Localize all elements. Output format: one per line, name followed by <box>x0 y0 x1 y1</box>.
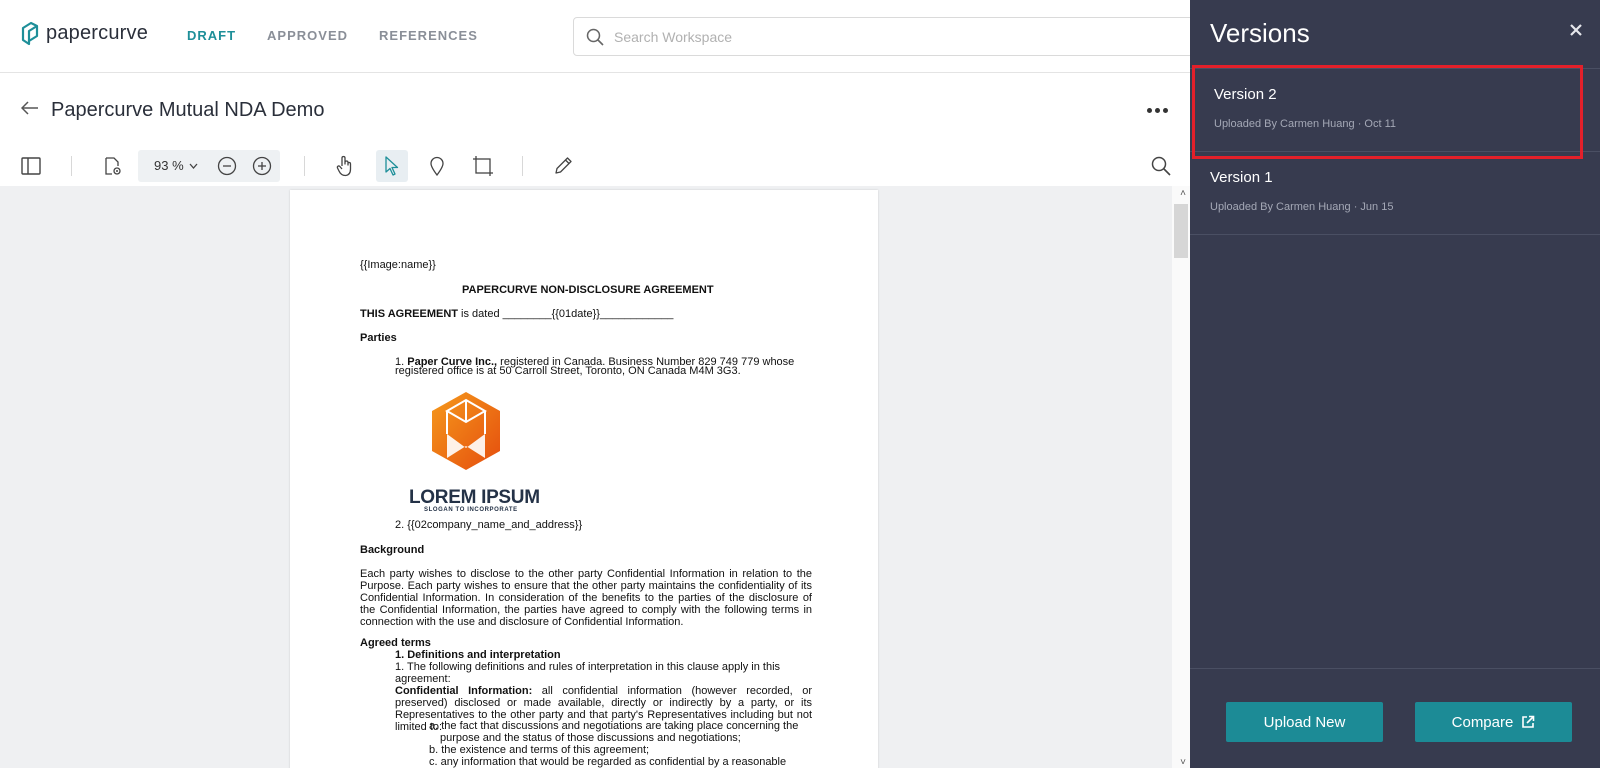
toolbar-divider <box>71 156 72 176</box>
parties-heading: Parties <box>360 332 397 344</box>
panel-divider <box>1190 234 1600 235</box>
version-item[interactable]: Version 1 Uploaded By Carmen Huang · Jun… <box>1190 151 1600 233</box>
search-box <box>573 17 1203 56</box>
confidential-info-term: Confidential Information: <box>395 685 533 697</box>
version-meta: Uploaded By Carmen Huang · Jun 15 <box>1210 201 1394 213</box>
agreed-terms-heading: Agreed terms <box>360 637 431 649</box>
zoom-in-icon[interactable] <box>252 156 272 176</box>
version-name: Version 1 <box>1210 169 1273 186</box>
scroll-up-icon[interactable]: ˄ <box>1180 188 1186 199</box>
tab-draft[interactable]: DRAFT <box>187 28 236 43</box>
upload-new-button[interactable]: Upload New <box>1226 702 1383 742</box>
agreement-bold: THIS AGREEMENT <box>360 308 458 320</box>
pointer-tool-icon[interactable] <box>376 150 408 182</box>
app: papercurve DRAFT APPROVED REFERENCES Pap… <box>0 0 1600 768</box>
zoom-value: 93 % <box>154 158 184 173</box>
compare-button[interactable]: Compare <box>1415 702 1572 742</box>
party-1-address: registered office is at 50 Carroll Stree… <box>395 365 741 377</box>
external-link-icon <box>1522 715 1535 728</box>
pencil-icon[interactable] <box>547 150 579 182</box>
hand-tool-icon[interactable] <box>329 150 361 182</box>
document-page: {{Image:name}} PAPERCURVE NON-DISCLOSURE… <box>290 190 878 768</box>
crop-icon[interactable] <box>467 150 499 182</box>
lorem-ipsum-logo-text: LOREM IPSUM <box>409 487 540 508</box>
background-heading: Background <box>360 544 425 556</box>
image-tag: {{Image:name}} <box>360 259 436 271</box>
zoom-control: 93 % <box>138 150 280 182</box>
logo-text: papercurve <box>46 21 149 44</box>
tab-references[interactable]: REFERENCES <box>379 28 478 43</box>
list-item-a: a. the fact that discussions and negotia… <box>429 720 799 732</box>
agreement-date-line: THIS AGREEMENT is dated ________{{01date… <box>360 308 673 320</box>
search-icon <box>586 28 604 46</box>
version-name: Version 2 <box>1214 86 1277 103</box>
pin-icon[interactable] <box>421 150 453 182</box>
scroll-thumb[interactable] <box>1174 204 1188 258</box>
agreement-rest: is dated ________{{01date}}____________ <box>458 308 674 320</box>
tab-approved[interactable]: APPROVED <box>267 28 348 43</box>
toolbar-divider <box>522 156 523 176</box>
definitions-clause-1-cont: agreement: <box>395 673 451 685</box>
document-title: Papercurve Mutual NDA Demo <box>51 99 325 121</box>
search-doc-icon[interactable] <box>1145 150 1177 182</box>
viewer-scrollbar[interactable]: ˄ ˅ <box>1172 186 1190 768</box>
sidebar-toggle-icon[interactable] <box>15 150 47 182</box>
panel-title: Versions <box>1210 18 1310 48</box>
versions-panel: Versions Version 2 Uploaded By Carmen Hu… <box>1190 0 1600 768</box>
page-settings-icon[interactable] <box>96 150 128 182</box>
main-nav: DRAFT APPROVED REFERENCES <box>187 28 478 43</box>
document-viewer[interactable]: {{Image:name}} PAPERCURVE NON-DISCLOSURE… <box>0 186 1190 768</box>
version-item[interactable]: Version 2 Uploaded By Carmen Huang · Oct… <box>1190 68 1600 150</box>
definitions-clause-1: 1. The following definitions and rules o… <box>395 661 781 673</box>
compare-label: Compare <box>1451 713 1514 731</box>
zoom-out-icon[interactable] <box>217 156 237 176</box>
version-meta: Uploaded By Carmen Huang · Oct 11 <box>1214 118 1396 130</box>
list-item-b: b. the existence and terms of this agree… <box>429 744 650 756</box>
party-2: 2. {{02company_name_and_address}} <box>395 519 583 531</box>
list-item-a-cont: purpose and the status of those discussi… <box>440 732 741 744</box>
close-icon[interactable] <box>1568 22 1584 38</box>
panel-divider <box>1190 668 1600 669</box>
scroll-down-icon[interactable]: ˅ <box>1180 757 1186 768</box>
document-toolbar: 93 % <box>0 148 1190 186</box>
zoom-select[interactable]: 93 % <box>154 158 198 173</box>
definitions-heading: 1. Definitions and interpretation <box>395 649 561 661</box>
list-item-c: c. any information that would be regarde… <box>429 756 787 768</box>
lorem-ipsum-slogan: SLOGAN TO INCORPORATE <box>424 507 518 513</box>
top-bar: papercurve DRAFT APPROVED REFERENCES <box>0 0 1203 73</box>
upload-new-label: Upload New <box>1263 713 1346 731</box>
title-row: Papercurve Mutual NDA Demo <box>0 74 1190 146</box>
logo-icon <box>21 21 39 46</box>
more-icon[interactable] <box>1147 108 1168 113</box>
search-input[interactable] <box>614 28 1134 45</box>
chevron-down-icon <box>189 163 198 169</box>
agreement-heading: PAPERCURVE NON-DISCLOSURE AGREEMENT <box>462 284 714 296</box>
logo[interactable]: papercurve <box>20 20 148 46</box>
background-text: Each party wishes to disclose to the oth… <box>360 568 812 628</box>
back-arrow-icon[interactable] <box>21 101 39 115</box>
toolbar-divider <box>304 156 305 176</box>
